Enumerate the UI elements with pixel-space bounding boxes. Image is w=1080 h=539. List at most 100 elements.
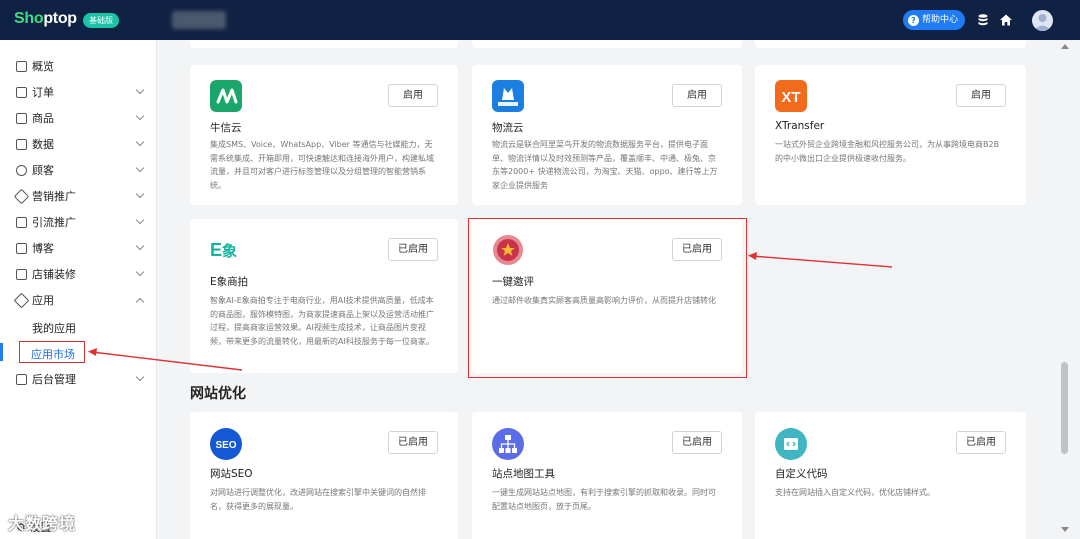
watermark: 大数跨境 <box>8 514 77 533</box>
admin-icon <box>16 373 27 385</box>
avatar[interactable] <box>1032 10 1053 31</box>
sidebar-item-label: 博客 <box>32 242 54 255</box>
orders-icon <box>16 86 27 98</box>
sidebar-item-label: 应用 <box>32 294 54 307</box>
app-card-seo[interactable]: SEO 已启用 网站SEO 对网站进行调整优化，改进网站在搜索引擎中关键词的自然… <box>190 412 458 539</box>
help-center-button[interactable]: ? 帮助中心 <box>903 10 965 30</box>
scrollbar-track[interactable] <box>1058 40 1080 539</box>
sidebar-item-label: 店铺装修 <box>32 268 76 281</box>
chevron-down-icon <box>135 137 145 147</box>
app-card-top-partial <box>472 40 742 48</box>
app-description: 支持在网站插入自定义代码，优化店铺样式。 <box>775 488 935 497</box>
sidebar-subitem-my-apps[interactable]: 我的应用 <box>32 320 76 336</box>
sidebar-item-admin[interactable]: 后台管理 <box>0 369 157 389</box>
enabled-button[interactable]: 已启用 <box>956 431 1006 454</box>
scrollbar-thumb[interactable] <box>1061 362 1068 454</box>
sidebar-item-blog[interactable]: 博客 <box>0 238 157 258</box>
sidebar-item-label: 后台管理 <box>32 373 76 386</box>
data-icon <box>16 138 27 150</box>
sidebar-item-customers[interactable]: 顾客 <box>0 160 157 180</box>
chevron-down-icon <box>135 85 145 95</box>
chevron-down-icon <box>135 267 145 277</box>
app-description: 一站式外贸企业跨境金融和风控服务公司，为从事跨境电商B2B的中小微出口企业提供极… <box>775 140 1000 163</box>
app-title: E象商拍 <box>210 276 249 288</box>
svg-text:SEO: SEO <box>215 440 236 451</box>
xtransfer-icon: XT <box>775 80 807 112</box>
enable-button[interactable]: 启用 <box>388 84 438 107</box>
blog-icon <box>16 242 27 254</box>
sidebar-item-apps[interactable]: 应用 <box>0 290 157 310</box>
app-card-exiang[interactable]: E 象 已启用 E象商拍 智象AI-E象商拍专注于电商行业，用AI技术提供高质量… <box>190 219 458 373</box>
store-name-blurred[interactable] <box>172 11 226 29</box>
enabled-button[interactable]: 已启用 <box>672 431 722 454</box>
app-title: 牛信云 <box>210 122 242 134</box>
sidebar-item-label: 概览 <box>32 60 54 73</box>
scroll-down-arrow[interactable] <box>1061 527 1069 532</box>
app-title: 物流云 <box>492 122 524 134</box>
sidebar-item-data[interactable]: 数据 <box>0 134 157 154</box>
sidebar-item-marketing[interactable]: 营销推广 <box>0 186 157 206</box>
sidebar-item-label: 数据 <box>32 138 54 151</box>
niuxin-icon <box>210 80 242 112</box>
home-icon[interactable] <box>999 13 1013 27</box>
sidebar-subitem-app-market[interactable]: 应用市场 <box>31 346 75 362</box>
chevron-down-icon <box>135 111 145 121</box>
app-description: 集成SMS、Voice、WhatsApp、Viber 等通信与社媒能力，无需系统… <box>210 140 434 190</box>
sidebar-item-products[interactable]: 商品 <box>0 108 157 128</box>
app-description: 智象AI-E象商拍专注于电商行业，用AI技术提供高质量，低成本的商品图，服饰模特… <box>210 296 434 346</box>
chevron-up-icon <box>135 297 145 307</box>
sidebar-item-label: 商品 <box>32 112 54 125</box>
sidebar-item-overview[interactable]: 概览 <box>0 56 157 76</box>
enable-button[interactable]: 启用 <box>956 84 1006 107</box>
scroll-up-arrow[interactable] <box>1061 44 1069 49</box>
sidebar-item-label: 营销推广 <box>32 190 76 203</box>
wuliuyun-icon <box>492 80 524 112</box>
app-description: 物流云是联合阿里菜鸟开发的物流数据服务平台，提供电子面单、物流详情以及时效预测等… <box>492 140 718 190</box>
chevron-down-icon <box>135 163 145 173</box>
enabled-button[interactable]: 已启用 <box>388 238 438 261</box>
app-card-xtransfer[interactable]: XT 启用 XTransfer 一站式外贸企业跨境金融和风控服务公司，为从事跨境… <box>755 65 1026 205</box>
top-bar: Shoptop 基础版 ? 帮助中心 <box>0 0 1080 40</box>
app-description: 对网站进行调整优化，改进网站在搜索引擎中关键词的自然排名，获得更多的展现量。 <box>210 488 426 511</box>
seo-icon: SEO <box>210 428 242 460</box>
app-title: 自定义代码 <box>775 468 828 480</box>
store-icon <box>16 268 27 280</box>
products-icon <box>16 112 27 124</box>
customer-icon <box>16 164 27 176</box>
shoptop-logo[interactable]: Shoptop <box>14 10 77 28</box>
sidebar-item-orders[interactable]: 订单 <box>0 82 157 102</box>
tag-icon <box>13 188 30 204</box>
chevron-down-icon <box>135 215 145 225</box>
enabled-button[interactable]: 已启用 <box>388 431 438 454</box>
main-content: 启用 牛信云 集成SMS、Voice、WhatsApp、Viber 等通信与社媒… <box>158 40 1058 539</box>
annotation-highlight-box <box>468 218 747 378</box>
exiang-icon: E 象 <box>210 240 237 260</box>
enable-button[interactable]: 启用 <box>672 84 722 107</box>
app-card-custom-code[interactable]: 已启用 自定义代码 支持在网站插入自定义代码，优化店铺样式。 <box>755 412 1026 539</box>
plan-badge: 基础版 <box>83 13 119 28</box>
app-card-niuxin[interactable]: 启用 牛信云 集成SMS、Voice、WhatsApp、Viber 等通信与社媒… <box>190 65 458 205</box>
sidebar-item-label: 引流推广 <box>32 216 76 229</box>
chevron-down-icon <box>135 372 145 382</box>
svg-text:XT: XT <box>781 89 800 106</box>
app-card-wuliuyun[interactable]: 启用 物流云 物流云是联合阿里菜鸟开发的物流数据服务平台，提供电子面单、物流详情… <box>472 65 742 205</box>
app-card-sitemap[interactable]: 已启用 站点地图工具 一键生成网站站点地图，有利于搜索引擎的抓取和收录。同时可配… <box>472 412 742 539</box>
logo-part-a: Sho <box>14 10 44 27</box>
app-card-top-partial <box>190 40 458 48</box>
help-center-label: 帮助中心 <box>922 15 959 25</box>
section-title: 网站优化 <box>190 386 246 402</box>
active-indicator <box>0 343 3 361</box>
code-icon <box>775 428 807 460</box>
logo-part-b: ptop <box>43 10 77 27</box>
help-icon: ? <box>908 14 919 26</box>
app-title: 站点地图工具 <box>492 468 555 480</box>
sidebar: 概览 订单 商品 数据 顾客 营销推广 引流推广 博客 店铺装修 应用 我的应用… <box>0 40 157 539</box>
sidebar-item-traffic[interactable]: 引流推广 <box>0 212 157 232</box>
app-description: 一键生成网站站点地图，有利于搜索引擎的抓取和收录。同时可配置站点地图页，放于页尾… <box>492 488 716 511</box>
traffic-icon <box>16 216 27 228</box>
database-icon[interactable] <box>976 13 990 27</box>
overview-icon <box>16 60 27 72</box>
sidebar-item-label: 顾客 <box>32 164 54 177</box>
sidebar-item-store-design[interactable]: 店铺装修 <box>0 264 157 284</box>
app-title: 网站SEO <box>210 468 253 480</box>
